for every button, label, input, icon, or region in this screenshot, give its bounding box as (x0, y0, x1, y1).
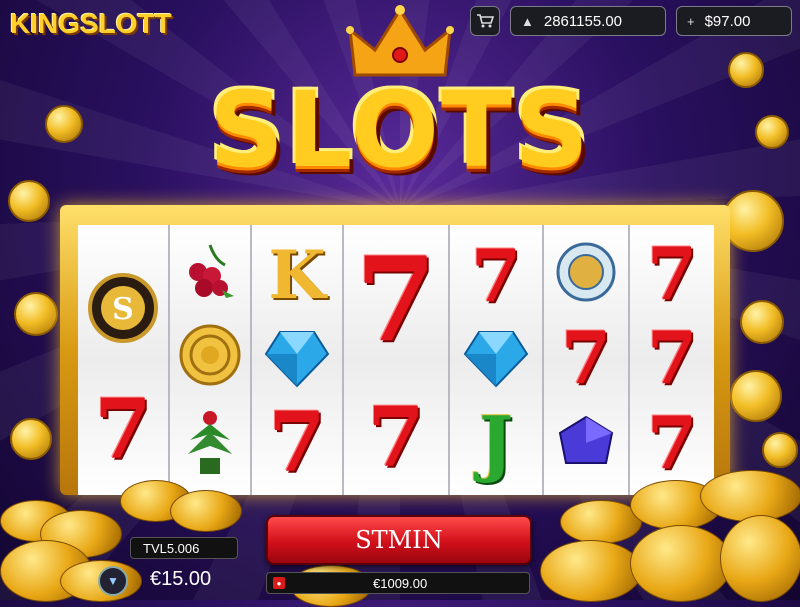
game-title-area: SLOTS (150, 5, 650, 205)
seven-symbol: 7 (646, 315, 698, 400)
coin-icon (10, 418, 52, 460)
reel-7: 7 7 7 (630, 225, 714, 495)
seven-symbol: 7 (646, 400, 698, 485)
diamond-blue-icon (252, 320, 342, 395)
plus-icon: + (687, 13, 695, 29)
total-display: ● €1009.00 (266, 572, 530, 594)
reel-5: 7 J (450, 225, 544, 495)
diamond-blue-icon (450, 320, 542, 395)
coin-icon (8, 180, 50, 222)
badge-emblem-icon (544, 237, 628, 307)
seven-symbol: 7 (470, 232, 522, 318)
coin-icon (740, 300, 784, 344)
gold-coin-icon (170, 320, 250, 390)
seven-big-symbol: 7 (355, 232, 437, 368)
plant-icon (170, 405, 250, 480)
seven-symbol: 7 (646, 230, 698, 316)
win-display: TVL5.006 (130, 537, 238, 559)
seven-symbol: 7 (268, 394, 326, 491)
letter-k-symbol: K (268, 236, 326, 314)
coin-icon (762, 432, 798, 468)
record-icon: ● (273, 577, 285, 589)
game-title: SLOTS (209, 69, 591, 191)
svg-text:S: S (112, 292, 134, 327)
letter-j-symbol: J (478, 400, 514, 485)
coin-icon (730, 370, 782, 422)
seven-symbol: 7 (560, 315, 612, 400)
spin-button[interactable]: STMIN (266, 515, 532, 565)
add-funds-button[interactable]: + $97.00 (676, 6, 792, 36)
coin-icon (722, 190, 784, 252)
gem-purple-icon (544, 405, 628, 480)
reel-2 (170, 225, 252, 495)
reel-1: S 7 (78, 225, 170, 495)
total-value: €1009.00 (373, 575, 428, 591)
coin-icon (14, 292, 58, 336)
coin-icon (45, 105, 83, 143)
bet-value: €15.00 (150, 568, 212, 590)
reel-6: 7 (544, 225, 630, 495)
coin-icon (728, 52, 764, 88)
coin-icon (755, 115, 789, 149)
reel-3: K 7 (252, 225, 344, 495)
seven-symbol: 7 (367, 389, 425, 486)
funds-value: $97.00 (704, 12, 751, 30)
reel-4: 7 7 (344, 225, 450, 495)
emblem-s-icon: S (78, 265, 168, 350)
reels-area: S 7 K 7 7 7 7 J 7 7 7 7 (78, 225, 714, 495)
seven-symbol: 7 (94, 382, 152, 478)
cherries-icon (170, 235, 250, 305)
brand-logo: KINGSLOTT (10, 8, 172, 39)
chevron-down-icon[interactable]: ▼ (98, 566, 128, 596)
